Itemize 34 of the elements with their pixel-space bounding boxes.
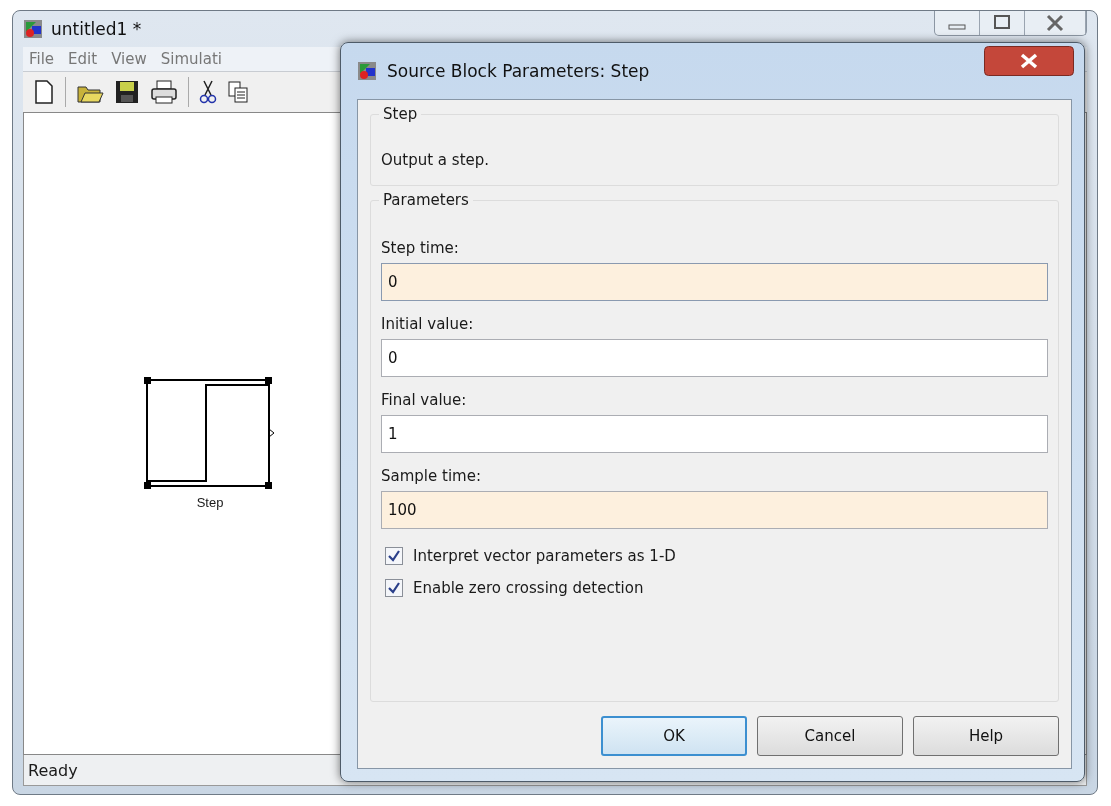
menu-item[interactable]: View (111, 50, 147, 68)
input-field[interactable]: 0 (381, 263, 1048, 301)
menu-item[interactable]: Simulati (160, 50, 222, 68)
printer-icon[interactable] (150, 79, 178, 105)
field-label: Sample time: (381, 467, 482, 485)
checkbox-label: Enable zero crossing detection (413, 579, 644, 597)
dialog-title: Source Block Parameters: Step (387, 61, 650, 81)
new-file-icon[interactable] (33, 79, 55, 105)
input-field[interactable]: 1 (381, 415, 1048, 453)
field-label: Initial value: (381, 315, 475, 333)
dialog-button[interactable]: Help (913, 716, 1059, 756)
checkbox[interactable] (385, 579, 403, 597)
description-text: Output a step. (381, 151, 491, 169)
input-field[interactable]: 0 (381, 339, 1048, 377)
field-label: Step time: (381, 239, 460, 257)
dialog-button[interactable]: Cancel (757, 716, 903, 756)
close-button[interactable] (984, 46, 1074, 76)
input-field[interactable]: 100 (381, 491, 1048, 529)
block-label: Step (196, 495, 224, 510)
status-text: Ready (28, 760, 78, 780)
copy-icon[interactable] (227, 79, 249, 105)
scissors-icon[interactable] (199, 79, 217, 105)
checkbox-label: Interpret vector parameters as 1-D (413, 547, 676, 565)
checkbox[interactable] (385, 547, 403, 565)
app-icon (357, 61, 377, 81)
step-block[interactable] (144, 377, 276, 489)
menu-item[interactable]: Edit (68, 50, 98, 68)
dialog-button[interactable]: OK (601, 716, 747, 756)
menu-item[interactable]: File (29, 50, 55, 68)
window-title: untitled1 * (51, 19, 142, 39)
field-label: Final value: (381, 391, 468, 409)
app-icon (23, 19, 43, 39)
save-icon[interactable] (114, 79, 140, 105)
group-title: Step (379, 105, 422, 123)
